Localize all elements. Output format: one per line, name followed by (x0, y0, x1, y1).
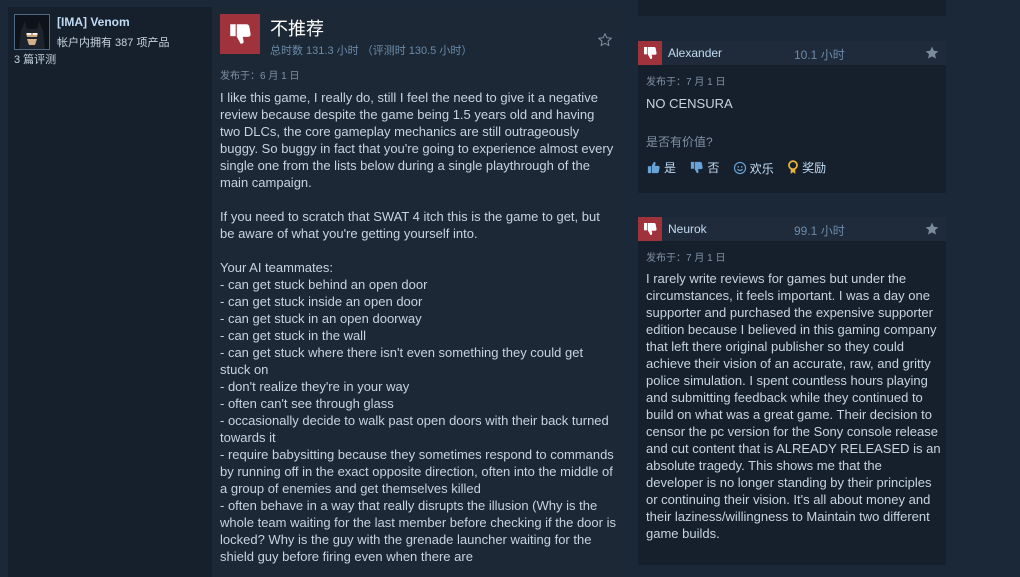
thumbs-up-icon (647, 161, 660, 174)
vote-no-label: 否 (707, 161, 720, 175)
award-label: 奖励 (802, 161, 827, 175)
helpful-question: 是否有价值? (646, 135, 713, 149)
star-icon[interactable] (924, 45, 940, 61)
vote-funny-label: 欢乐 (749, 161, 774, 176)
previous-card-bottom (638, 0, 946, 16)
avatar[interactable] (14, 14, 50, 50)
playtime-hours: 总时数 131.3 小时 （评测时 130.5 小时） (270, 45, 473, 57)
thumbs-down-icon (638, 217, 662, 241)
review-text: I like this game, I really do, still I f… (220, 90, 616, 564)
author-name[interactable]: [IMA] Venom (57, 15, 130, 29)
helpful-vote-row: 是 否 欢乐 奖励 (646, 159, 836, 179)
side-review-hours: 10.1 小时 (794, 48, 845, 62)
side-review-text: NO CENSURA (646, 96, 733, 111)
thumbs-down-icon (691, 161, 704, 174)
side-review-hours: 99.1 小时 (794, 224, 845, 238)
review-card: [IMA] Venom 帐户内拥有 387 项产品 3 篇评测 不推荐 总时数 … (8, 7, 622, 577)
side-review-date: 发布于：7 月 1 日 (646, 77, 726, 88)
author-reviews-count[interactable]: 3 篇评测 (14, 51, 56, 67)
vote-yes-button[interactable]: 是 (646, 159, 676, 176)
side-review-card: Alexander 10.1 小时 发布于：7 月 1 日 NO CENSURA… (638, 41, 946, 193)
award-button[interactable]: 奖励 (787, 159, 826, 176)
smiley-icon (733, 161, 746, 175)
author-panel: [IMA] Venom 帐户内拥有 387 项产品 3 篇评测 (8, 7, 212, 577)
star-icon[interactable] (924, 221, 940, 237)
side-review-author[interactable]: Neurok (668, 222, 707, 236)
side-review-header[interactable]: Neurok 99.1 小时 (638, 217, 946, 241)
side-review-card: Neurok 99.1 小时 发布于：7 月 1 日 I rarely writ… (638, 217, 946, 565)
review-verdict: 不推荐 (270, 19, 324, 39)
side-review-date: 发布于：7 月 1 日 (646, 253, 726, 264)
author-products-count[interactable]: 帐户内拥有 387 项产品 (57, 34, 169, 50)
posted-date: 发布于：6 月 1 日 (220, 71, 300, 82)
award-icon (788, 160, 798, 174)
star-icon[interactable] (597, 32, 613, 48)
vote-no-button[interactable]: 否 (689, 159, 719, 176)
vote-funny-button[interactable]: 欢乐 (733, 160, 774, 177)
thumbs-down-icon (220, 14, 260, 54)
review-body: 不推荐 总时数 131.3 小时 （评测时 130.5 小时） 发布于：6 月 … (212, 7, 622, 577)
side-review-header[interactable]: Alexander 10.1 小时 (638, 41, 946, 65)
vote-header[interactable]: 不推荐 总时数 131.3 小时 （评测时 130.5 小时） (220, 14, 613, 58)
side-review-author[interactable]: Alexander (668, 46, 722, 60)
side-review-text: I rarely write reviews for games but und… (646, 271, 945, 541)
vote-yes-label: 是 (664, 161, 677, 175)
thumbs-down-icon (638, 41, 662, 65)
